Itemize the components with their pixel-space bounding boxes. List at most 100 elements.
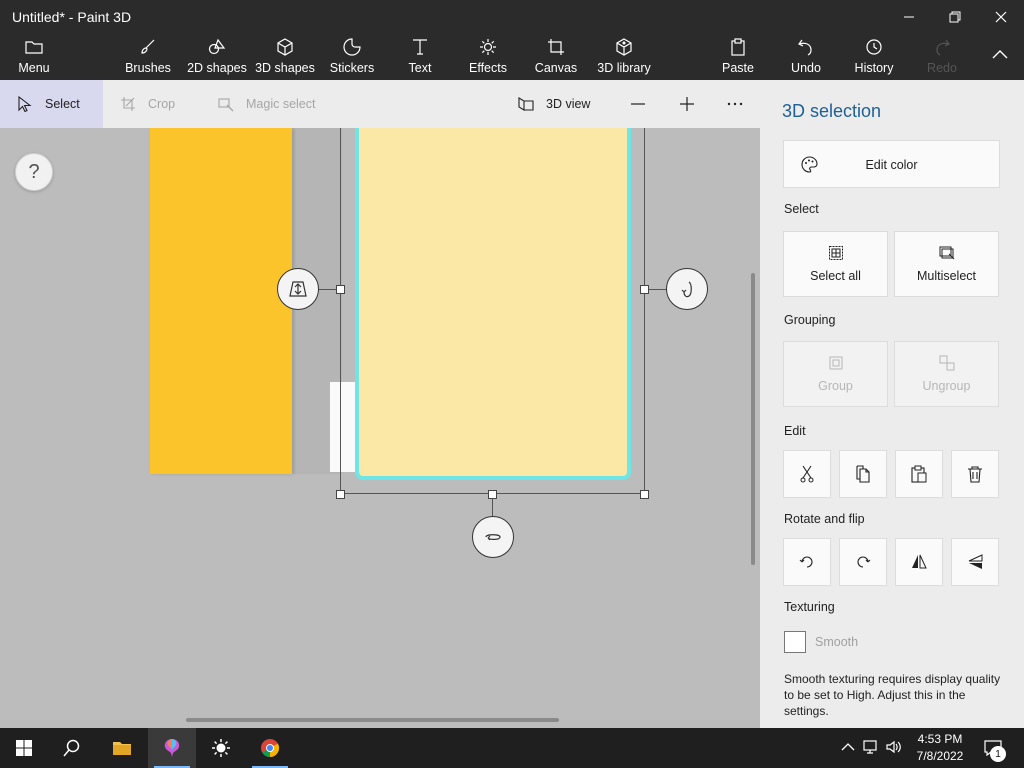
rotate-x-gizmo[interactable] <box>472 516 514 558</box>
canvas-label: Canvas <box>534 61 578 75</box>
resize-handle-left[interactable] <box>336 285 345 294</box>
sticker-icon <box>343 38 361 56</box>
network-icon[interactable] <box>862 738 880 756</box>
ungroup-icon <box>939 355 954 371</box>
rotate-vertical-icon <box>681 281 692 298</box>
canvas-area[interactable]: ? <box>0 128 760 728</box>
stickers-tab[interactable]: Stickers <box>328 34 376 80</box>
smooth-checkbox[interactable] <box>784 631 806 653</box>
panel-title: 3D selection <box>782 101 882 121</box>
brightness-taskbar-button[interactable] <box>197 728 245 768</box>
cube-icon <box>277 38 293 56</box>
canvas-tab[interactable]: Canvas <box>534 34 578 80</box>
rotate-left-icon <box>799 556 813 568</box>
effects-tab[interactable]: Effects <box>466 34 510 80</box>
flip-horizontal-button[interactable] <box>895 538 943 586</box>
zoom-out-button[interactable] <box>630 80 646 128</box>
crop-tool-label: Crop <box>148 97 176 111</box>
collapse-ribbon-button[interactable] <box>988 34 1012 80</box>
folder-icon <box>25 41 43 54</box>
paste-panel-button[interactable] <box>895 450 943 498</box>
magic-select-label: Magic select <box>246 97 316 111</box>
3d-library-tab[interactable]: 3D library <box>596 34 652 80</box>
taskbar: 4:53 PM 7/8/2022 1 <box>0 728 1024 768</box>
rotate-right-icon <box>857 556 871 568</box>
menu-button[interactable]: Menu <box>14 34 54 80</box>
copy-button[interactable] <box>839 450 887 498</box>
edit-color-button[interactable]: Edit color <box>783 140 1000 188</box>
redo-button[interactable]: Redo <box>924 34 960 80</box>
delete-button[interactable] <box>951 450 999 498</box>
brushes-label: Brushes <box>125 61 171 75</box>
resize-handle-right[interactable] <box>640 285 649 294</box>
select-tool-label: Select <box>45 97 80 111</box>
gizmo-connector <box>649 289 667 290</box>
undo-button[interactable]: Undo <box>788 34 824 80</box>
cursor-icon <box>18 96 32 112</box>
paint-3d-icon <box>164 739 180 757</box>
help-button[interactable]: ? <box>15 153 53 191</box>
magic-select-button[interactable]: Magic select <box>218 80 315 128</box>
3d-shapes-tab[interactable]: 3D shapes <box>254 34 316 80</box>
file-explorer-taskbar-button[interactable] <box>98 728 146 768</box>
flip-horizontal-icon <box>912 554 927 569</box>
select-all-button[interactable]: Select all <box>783 231 888 297</box>
resize-handle-bottom-left[interactable] <box>336 490 345 499</box>
search-button[interactable] <box>48 728 96 768</box>
text-tab[interactable]: Text <box>402 34 438 80</box>
start-button[interactable] <box>0 728 48 768</box>
select-all-label: Select all <box>810 269 861 283</box>
2d-shapes-tab[interactable]: 2D shapes <box>186 34 248 80</box>
horizontal-scrollbar[interactable] <box>186 718 559 722</box>
select-section-heading: Select <box>784 202 819 216</box>
texturing-section-heading: Texturing <box>784 600 835 614</box>
select-tool-button[interactable]: Select <box>17 80 80 128</box>
multiselect-icon <box>939 246 954 260</box>
paste-button[interactable]: Paste <box>720 34 756 80</box>
crop-tool-button[interactable]: Crop <box>120 80 175 128</box>
smooth-texturing-note: Smooth texturing requires display qualit… <box>784 672 1001 718</box>
flip-vertical-icon <box>968 554 983 569</box>
3d-library-label: 3D library <box>597 61 651 75</box>
volume-icon[interactable] <box>885 738 903 756</box>
stickers-label: Stickers <box>329 61 375 75</box>
more-options-button[interactable] <box>727 80 743 128</box>
brushes-tab[interactable]: Brushes <box>124 34 172 80</box>
2d-shapes-icon <box>208 38 226 55</box>
resize-handle-bottom[interactable] <box>488 490 497 499</box>
grouping-section-heading: Grouping <box>784 313 836 327</box>
flip-vertical-button[interactable] <box>951 538 999 586</box>
depth-move-gizmo[interactable] <box>277 268 319 310</box>
cut-button[interactable] <box>783 450 831 498</box>
zoom-in-button[interactable] <box>679 80 695 128</box>
system-clock[interactable]: 4:53 PM 7/8/2022 <box>910 731 970 765</box>
history-button[interactable]: History <box>852 34 896 80</box>
minimize-button[interactable] <box>886 0 932 34</box>
group-icon <box>829 356 842 370</box>
paint-3d-taskbar-button[interactable] <box>148 728 196 768</box>
orange-3d-object[interactable] <box>150 128 292 474</box>
3d-view-toggle[interactable]: 3D view <box>518 80 590 128</box>
multiselect-button[interactable]: Multiselect <box>894 231 999 297</box>
resize-handle-bottom-right[interactable] <box>640 490 649 499</box>
clock-date: 7/8/2022 <box>916 749 964 763</box>
select-all-icon <box>828 246 843 260</box>
group-button[interactable]: Group <box>783 341 888 407</box>
chevron-up-icon[interactable] <box>839 738 857 756</box>
restore-icon <box>949 11 961 23</box>
minus-icon <box>631 103 645 105</box>
close-button[interactable] <box>978 0 1024 34</box>
gizmo-connector <box>492 499 493 517</box>
restore-button[interactable] <box>932 0 978 34</box>
vertical-scrollbar[interactable] <box>751 273 755 565</box>
trash-icon <box>968 466 982 483</box>
plus-icon <box>680 97 694 111</box>
chrome-taskbar-button[interactable] <box>246 728 294 768</box>
rotate-left-button[interactable] <box>783 538 831 586</box>
rotate-y-gizmo[interactable] <box>666 268 708 310</box>
rotate-right-button[interactable] <box>839 538 887 586</box>
smooth-label: Smooth <box>815 635 859 649</box>
rotate-horizontal-icon <box>485 534 501 541</box>
ungroup-button[interactable]: Ungroup <box>894 341 999 407</box>
title-bar: Untitled* - Paint 3D <box>0 0 1024 34</box>
